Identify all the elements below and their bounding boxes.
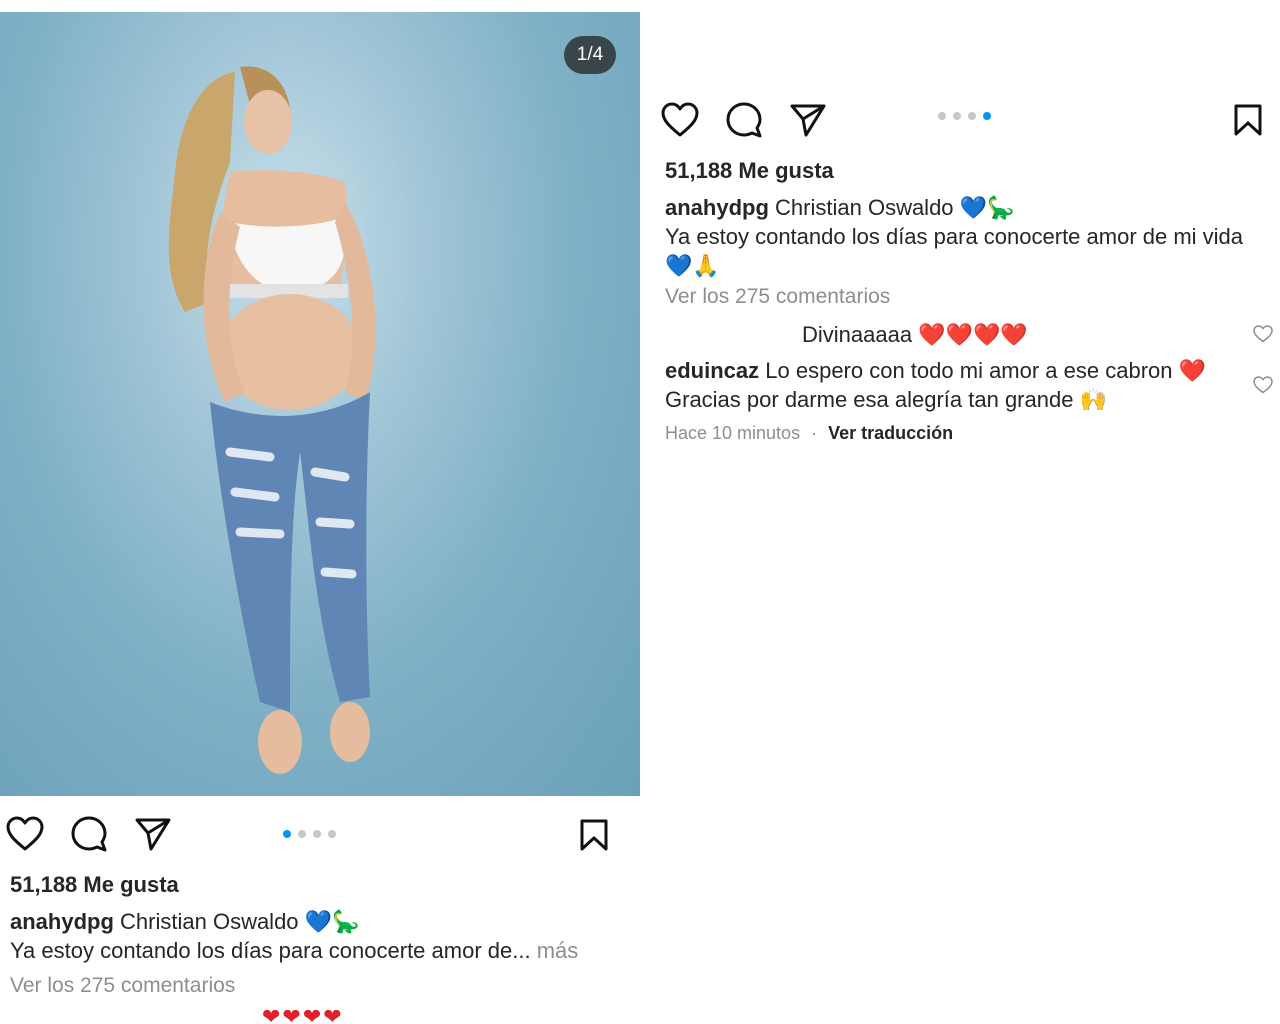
carousel-dot bbox=[283, 830, 291, 838]
comment-text: Lo espero con todo mi amor a ese cabron … bbox=[765, 358, 1207, 383]
post-image[interactable]: 1/4 bbox=[0, 12, 640, 796]
caption-title: Christian Oswaldo 💙🦕 bbox=[120, 909, 360, 934]
carousel-indicator bbox=[283, 830, 336, 838]
comment-like-icon[interactable] bbox=[1253, 376, 1273, 399]
comment-icon[interactable] bbox=[722, 98, 766, 142]
post-actions-left bbox=[3, 806, 633, 862]
carousel-dot bbox=[938, 112, 946, 120]
carousel-dot bbox=[953, 112, 961, 120]
caption-title: Christian Oswaldo 💙🦕 bbox=[775, 195, 1015, 220]
comment-time: Hace 10 minutos bbox=[665, 423, 801, 443]
share-icon[interactable] bbox=[786, 98, 830, 142]
cropped-comment-row: ❤❤❤❤ bbox=[0, 1010, 640, 1024]
post-caption: anahydpg Christian Oswaldo 💙🦕 Ya estoy c… bbox=[10, 907, 630, 965]
comment-username[interactable]: eduincaz bbox=[665, 358, 759, 383]
comment-icon[interactable] bbox=[67, 812, 111, 856]
comment-meta: Hace 10 minutos · Ver traducción bbox=[665, 423, 953, 444]
like-icon[interactable] bbox=[658, 98, 702, 142]
view-comments-link[interactable]: Ver los 275 comentarios bbox=[10, 974, 235, 998]
comment-text: Divinaaaaa ❤️❤️❤️❤️ bbox=[802, 322, 1028, 347]
more-link[interactable]: más bbox=[537, 938, 579, 963]
caption-username[interactable]: anahydpg bbox=[10, 909, 114, 934]
caption-username[interactable]: anahydpg bbox=[665, 195, 769, 220]
view-comments-link[interactable]: Ver los 275 comentarios bbox=[665, 285, 890, 309]
carousel-dot bbox=[968, 112, 976, 120]
top-strip bbox=[0, 0, 640, 12]
photo-figure bbox=[168, 66, 376, 774]
caption-body-full: Ya estoy contando los días para conocert… bbox=[665, 224, 1244, 249]
likes-count[interactable]: 51,188 Me gusta bbox=[665, 158, 834, 184]
share-icon[interactable] bbox=[131, 812, 175, 856]
caption-body: Ya estoy contando los días para conocert… bbox=[10, 938, 531, 963]
post-actions-right bbox=[658, 92, 1278, 148]
see-translation-link[interactable]: Ver traducción bbox=[828, 423, 953, 443]
like-icon[interactable] bbox=[3, 812, 47, 856]
likes-count[interactable]: 51,188 Me gusta bbox=[10, 872, 179, 898]
carousel-dot bbox=[328, 830, 336, 838]
meta-separator: · bbox=[811, 423, 818, 443]
carousel-indicator bbox=[938, 112, 991, 120]
caption-emojis: 💙🙏 bbox=[665, 253, 720, 278]
comment-text-line2: Gracias por darme esa alegría tan grande… bbox=[665, 387, 1107, 412]
bookmark-icon[interactable] bbox=[579, 818, 609, 857]
carousel-dot bbox=[298, 830, 306, 838]
cropped-heart-emojis: ❤❤❤❤ bbox=[262, 1010, 344, 1024]
carousel-dot bbox=[983, 112, 991, 120]
comment-item: eduincaz Lo espero con todo mi amor a es… bbox=[665, 356, 1245, 414]
post-caption-full: anahydpg Christian Oswaldo 💙🦕 Ya estoy c… bbox=[665, 193, 1275, 280]
comment-item: Divinaaaaa ❤️❤️❤️❤️ bbox=[802, 320, 1028, 349]
image-counter: 1/4 bbox=[564, 36, 616, 74]
carousel-dot bbox=[313, 830, 321, 838]
bookmark-icon[interactable] bbox=[1233, 103, 1263, 142]
comment-like-icon[interactable] bbox=[1253, 325, 1273, 348]
